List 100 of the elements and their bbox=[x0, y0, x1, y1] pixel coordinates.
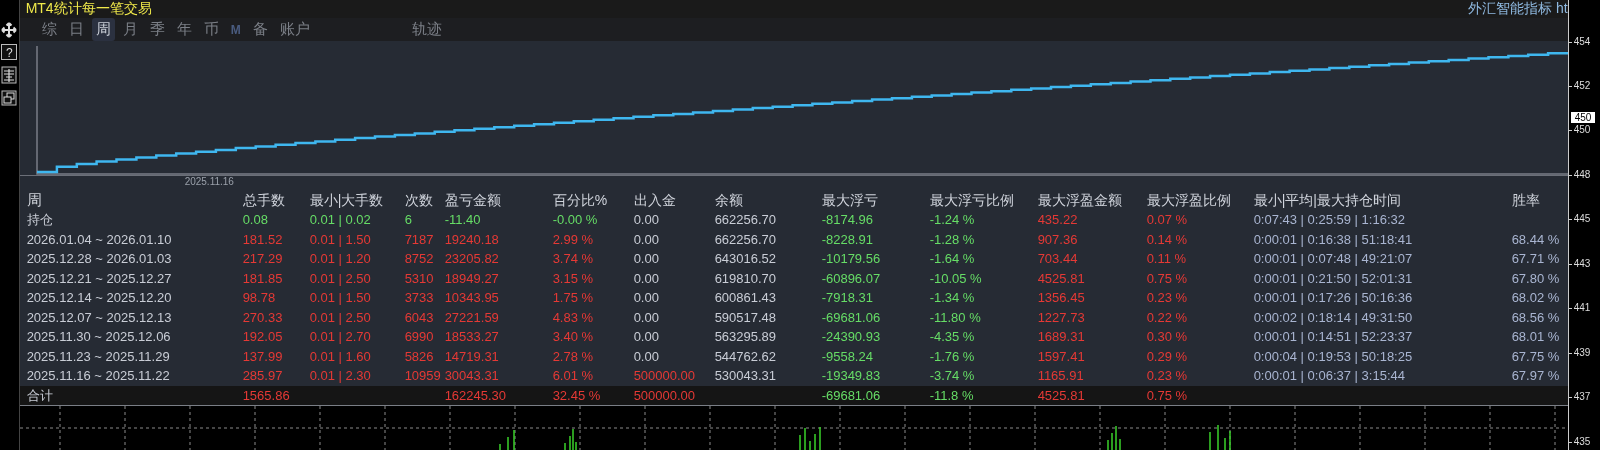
row-label: 持仓 bbox=[26, 211, 54, 229]
table-cell-text: 3.40 % bbox=[552, 328, 595, 346]
tab[interactable]: 币 bbox=[199, 18, 223, 41]
column-header: 余额 bbox=[714, 191, 744, 210]
move-icon[interactable] bbox=[1, 22, 18, 38]
table-cell-text: 18949.27 bbox=[444, 269, 500, 288]
table-cell-text: -1.28 % bbox=[929, 230, 976, 249]
table-cell-text: -10.05 % bbox=[929, 269, 983, 288]
tab[interactable]: 备 bbox=[248, 18, 272, 41]
tab[interactable]: 月 bbox=[118, 18, 142, 41]
table-cell-text: 0.07 % bbox=[1146, 211, 1189, 229]
table-cell-text: 1565.86 bbox=[242, 386, 291, 405]
table-cell-text: 619810.70 bbox=[714, 269, 778, 288]
column-header: 最小|大手数 bbox=[309, 191, 385, 210]
table-cell-text: 0.01 | 2.30 bbox=[309, 367, 372, 385]
table-cell-text: 435.22 bbox=[1037, 211, 1079, 229]
table-cell-text: 0.00 bbox=[633, 211, 660, 229]
table-cell-text: 907.36 bbox=[1037, 230, 1079, 249]
table-cell-text: 703.44 bbox=[1037, 250, 1079, 268]
column-header: 最大浮亏 bbox=[821, 191, 879, 210]
table-cell-text: 0:00:01 | 0:17:26 | 50:16:36 bbox=[1253, 289, 1414, 307]
help-button[interactable]: ? bbox=[1, 44, 18, 60]
table-cell-text: 67.71 % bbox=[1511, 250, 1561, 268]
restore-icon[interactable] bbox=[1, 90, 18, 106]
tab[interactable]: 季 bbox=[145, 18, 169, 41]
row-label: 2026.01.04 ~ 2026.01.10 bbox=[26, 230, 173, 249]
table-cell-text: 0.01 | 0.02 bbox=[309, 211, 372, 229]
table-cell-text: 0.29 % bbox=[1146, 347, 1189, 366]
column-header: 最大浮盈比例 bbox=[1146, 191, 1232, 210]
table-cell-text: 67.80 % bbox=[1511, 269, 1561, 288]
table-cell-text: 544762.62 bbox=[714, 347, 778, 366]
price-label: 452 bbox=[1573, 80, 1591, 91]
price-label: 448 bbox=[1573, 168, 1591, 180]
table-cell-text: 10343.95 bbox=[444, 289, 500, 307]
table-cell-text: 0.00 bbox=[633, 289, 660, 307]
table-cell-text: 4525.81 bbox=[1037, 386, 1086, 405]
row-label: 2025.12.07 ~ 2025.12.13 bbox=[26, 308, 173, 327]
table-cell-text: -10179.56 bbox=[821, 250, 882, 268]
row-label: 2025.11.30 ~ 2025.12.06 bbox=[26, 328, 172, 346]
column-header: 最大浮盈金额 bbox=[1037, 191, 1123, 210]
table-cell-text: 5310 bbox=[404, 269, 435, 288]
tab[interactable]: 周 bbox=[91, 18, 115, 41]
table-cell-text: -1.64 % bbox=[929, 250, 976, 268]
panel-icon[interactable] bbox=[1, 66, 18, 84]
table-cell-text: 181.52 bbox=[242, 230, 284, 249]
tab[interactable]: 轨迹 bbox=[407, 18, 446, 41]
table-cell-text: 68.01 % bbox=[1511, 328, 1561, 346]
table-cell-text: 217.29 bbox=[242, 250, 284, 268]
table-cell-text: 181.85 bbox=[242, 269, 284, 288]
table-cell-text: 662256.70 bbox=[714, 211, 778, 229]
table-cell-text: -1.76 % bbox=[929, 347, 976, 366]
column-header: 盈亏金额 bbox=[444, 191, 502, 210]
table-cell-text: 8752 bbox=[404, 250, 435, 268]
tab[interactable]: M bbox=[226, 20, 245, 39]
table-cell-text: 0.00 bbox=[633, 269, 660, 288]
table-cell-text: 0:00:01 | 0:06:37 | 3:15:44 bbox=[1253, 367, 1406, 385]
table-cell-text: 1.75 % bbox=[552, 289, 595, 307]
column-header: 次数 bbox=[404, 191, 434, 210]
table-cell-text: 7187 bbox=[404, 230, 435, 249]
table-cell-text: 3733 bbox=[404, 289, 435, 307]
column-header: 百分比% bbox=[552, 191, 609, 210]
table-cell-text: 0.01 | 2.50 bbox=[309, 269, 372, 288]
table-cell-text: 0.01 | 1.20 bbox=[309, 250, 372, 268]
table-cell-text: 0:00:02 | 0:18:14 | 49:31:50 bbox=[1253, 308, 1414, 327]
table-cell-text: 0.00 bbox=[633, 250, 660, 268]
table-cell-text: 643016.52 bbox=[714, 250, 778, 268]
table-cell-text: 590517.48 bbox=[714, 308, 778, 327]
table-cell-text: 30043.31 bbox=[444, 367, 500, 385]
header-text: 外汇智能指标 ht bbox=[1468, 0, 1568, 18]
table-cell-text: 0.00 bbox=[633, 328, 660, 346]
price-label: 437 bbox=[1573, 391, 1591, 402]
price-label: 450 bbox=[1573, 124, 1591, 135]
tab[interactable]: 日 bbox=[64, 18, 88, 41]
table-cell-text: 0.75 % bbox=[1146, 269, 1189, 288]
table-cell-text: 192.05 bbox=[242, 328, 284, 346]
row-label: 2025.12.14 ~ 2025.12.20 bbox=[26, 289, 173, 307]
table-cell-text: 0.75 % bbox=[1146, 386, 1189, 405]
table-cell-text: 285.97 bbox=[242, 367, 284, 385]
table-cell-text: 1356.45 bbox=[1037, 289, 1086, 307]
table-cell-text: -69681.06 bbox=[821, 386, 882, 405]
tab[interactable]: 年 bbox=[172, 18, 196, 41]
table-cell-text: -8174.96 bbox=[821, 211, 874, 229]
table-cell-text: 3.15 % bbox=[552, 269, 595, 288]
table-cell-text: 162245.30 bbox=[444, 386, 508, 405]
table-cell-text: 0.01 | 2.70 bbox=[309, 328, 372, 346]
table-cell-text: 0:00:01 | 0:14:51 | 52:23:37 bbox=[1253, 328, 1414, 346]
column-header: 出入金 bbox=[633, 191, 677, 210]
table-cell-text: -60896.07 bbox=[821, 269, 882, 288]
table-cell-text: 0.14 % bbox=[1146, 230, 1189, 249]
table-cell-text: 500000.00 bbox=[633, 386, 697, 405]
table-cell-text: 0.11 % bbox=[1146, 250, 1188, 268]
table-cell-text: 0.01 | 1.60 bbox=[309, 347, 372, 366]
table-cell-text: 600861.43 bbox=[714, 289, 778, 307]
tab[interactable]: 综 bbox=[37, 18, 61, 41]
row-label: 2025.11.23 ~ 2025.11.29 bbox=[26, 347, 171, 366]
table-cell-text: 0:00:04 | 0:19:53 | 50:18:25 bbox=[1253, 347, 1414, 366]
tab[interactable]: 账户 bbox=[275, 18, 314, 41]
table-cell-text: 10959 bbox=[404, 367, 442, 385]
table-cell-text: 530043.31 bbox=[714, 367, 778, 385]
table-cell-text: 1165.91 bbox=[1037, 367, 1085, 385]
